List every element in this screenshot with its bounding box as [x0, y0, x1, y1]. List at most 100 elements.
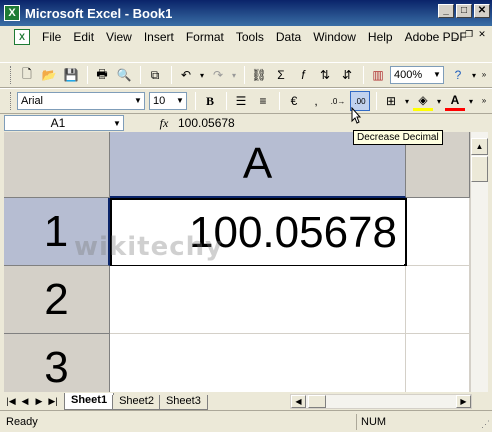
tooltip: Decrease Decimal	[353, 130, 443, 145]
workbook-icon[interactable]: X	[14, 29, 30, 45]
font-name-select[interactable]: Arial ▼	[17, 92, 145, 110]
scroll-up-icon[interactable]: ▲	[471, 138, 488, 155]
zoom-value: 400%	[394, 69, 423, 81]
menu-edit[interactable]: Edit	[67, 30, 100, 44]
menu-file[interactable]: File	[36, 30, 67, 44]
chevron-down-icon: ▼	[134, 96, 142, 105]
save-icon[interactable]: 💾	[61, 65, 81, 85]
autosum-icon[interactable]: Σ	[271, 65, 291, 85]
borders-dropdown-icon[interactable]: ▾	[403, 91, 411, 111]
worksheet-grid: A 1 2 3 100.05678 wikitechy	[4, 132, 470, 392]
cell-b3[interactable]	[406, 334, 470, 392]
cell-a3[interactable]	[110, 334, 406, 392]
undo-dropdown-icon[interactable]: ▾	[198, 65, 206, 85]
name-box[interactable]: A1 ▼	[4, 115, 124, 131]
menu-help[interactable]: Help	[362, 30, 399, 44]
font-color-dropdown-icon[interactable]: ▾	[467, 91, 475, 111]
separator	[363, 66, 364, 84]
doc-close-button[interactable]: ✕	[476, 29, 488, 41]
horizontal-scrollbar[interactable]: ◀ ▶	[290, 394, 472, 409]
insert-function-icon[interactable]: f	[293, 65, 313, 85]
separator	[171, 66, 172, 84]
fill-color-dropdown-icon[interactable]: ▾	[435, 91, 443, 111]
separator	[226, 92, 227, 110]
horizontal-scroll-thumb[interactable]	[308, 395, 326, 408]
formatting-toolbar: Arial ▼ 10 ▼ B ☰ ≡ € , .0→ .00 ⊞ ▾ ◈ ▾ A…	[0, 88, 492, 114]
toolbar-options-icon[interactable]: »	[478, 90, 490, 112]
fill-color-icon[interactable]: ◈	[413, 91, 433, 111]
separator	[376, 92, 377, 110]
sort-ascending-icon[interactable]: ⇅	[315, 65, 335, 85]
vertical-scrollbar[interactable]: ▲	[470, 132, 488, 392]
mouse-cursor-icon	[351, 107, 361, 124]
next-sheet-icon[interactable]: ▶	[32, 393, 46, 409]
new-icon[interactable]: 🗋	[17, 65, 37, 85]
first-sheet-icon[interactable]: |◀	[4, 393, 18, 409]
separator	[140, 66, 141, 84]
euro-icon[interactable]: €	[284, 91, 304, 111]
row-header-2[interactable]: 2	[4, 266, 110, 334]
cell-b2[interactable]	[406, 266, 470, 334]
redo-icon[interactable]: ↷	[208, 65, 228, 85]
print-preview-icon[interactable]: 🔍	[114, 65, 134, 85]
title-bar: X Microsoft Excel - Book1 _ □ ✕	[0, 0, 492, 26]
insert-function-icon[interactable]: fx	[154, 116, 174, 131]
resize-grip-icon[interactable]: ⋰	[481, 419, 490, 430]
doc-restore-button[interactable]: ❐	[463, 29, 475, 41]
help-dropdown-icon[interactable]: ▾	[470, 65, 478, 85]
toolbar-options-icon[interactable]: »	[478, 64, 490, 86]
open-icon[interactable]: 📂	[39, 65, 59, 85]
tab-navigation: |◀ ◀ ▶ ▶|	[4, 393, 60, 409]
tab-sheet1[interactable]: Sheet1	[64, 393, 115, 410]
chevron-down-icon: ▼	[176, 96, 184, 105]
minimize-button[interactable]: _	[438, 4, 454, 18]
insert-hyperlink-icon[interactable]: ⛓	[249, 65, 269, 85]
menu-data[interactable]: Data	[270, 30, 307, 44]
chevron-down-icon[interactable]: ▼	[111, 119, 123, 128]
toolbar-grip[interactable]	[10, 66, 13, 84]
font-size-select[interactable]: 10 ▼	[149, 92, 187, 110]
row-header-3[interactable]: 3	[4, 334, 110, 392]
excel-app-icon[interactable]: X	[4, 5, 20, 21]
zoom-select[interactable]: 400% ▼	[390, 66, 444, 84]
comma-style-icon[interactable]: ,	[306, 91, 326, 111]
separator	[279, 92, 280, 110]
borders-icon[interactable]: ⊞	[381, 91, 401, 111]
close-button[interactable]: ✕	[474, 4, 490, 18]
print-icon[interactable]: 🖶	[92, 65, 112, 85]
scroll-thumb[interactable]	[471, 156, 488, 182]
increase-decimal-icon[interactable]: .0→	[328, 91, 348, 111]
scroll-right-icon[interactable]: ▶	[456, 395, 471, 408]
font-color-icon[interactable]: A	[445, 91, 465, 111]
cell-a2[interactable]	[110, 266, 406, 334]
cell-b1[interactable]	[407, 198, 470, 266]
menu-bar: X File Edit View Insert Format Tools Dat…	[0, 26, 492, 48]
menu-insert[interactable]: Insert	[138, 30, 180, 44]
chart-wizard-icon[interactable]: ▥	[368, 65, 388, 85]
bold-button[interactable]: B	[200, 91, 220, 111]
justify-icon[interactable]: ≡	[253, 91, 273, 111]
maximize-button[interactable]: □	[456, 4, 472, 18]
menu-tools[interactable]: Tools	[230, 30, 270, 44]
menu-view[interactable]: View	[100, 30, 138, 44]
menu-format[interactable]: Format	[180, 30, 230, 44]
menu-window[interactable]: Window	[307, 30, 362, 44]
align-center-icon[interactable]: ☰	[231, 91, 251, 111]
undo-icon[interactable]: ↶	[176, 65, 196, 85]
redo-dropdown-icon[interactable]: ▾	[230, 65, 238, 85]
separator	[244, 66, 245, 84]
tab-sheet2[interactable]: Sheet2	[112, 395, 161, 410]
scroll-left-icon[interactable]: ◀	[291, 395, 306, 408]
copy-icon[interactable]: ⧉	[145, 65, 165, 85]
formula-input[interactable]: 100.05678	[178, 116, 235, 130]
doc-minimize-button[interactable]: _	[450, 29, 462, 41]
font-size-value: 10	[153, 95, 166, 107]
chevron-down-icon: ▼	[433, 70, 441, 79]
sort-descending-icon[interactable]: ⇵	[337, 65, 357, 85]
select-all-button[interactable]	[4, 132, 110, 198]
toolbar-grip[interactable]	[10, 92, 13, 110]
tab-sheet3[interactable]: Sheet3	[158, 395, 208, 410]
prev-sheet-icon[interactable]: ◀	[18, 393, 32, 409]
last-sheet-icon[interactable]: ▶|	[46, 393, 60, 409]
help-icon[interactable]: ?	[448, 65, 468, 85]
